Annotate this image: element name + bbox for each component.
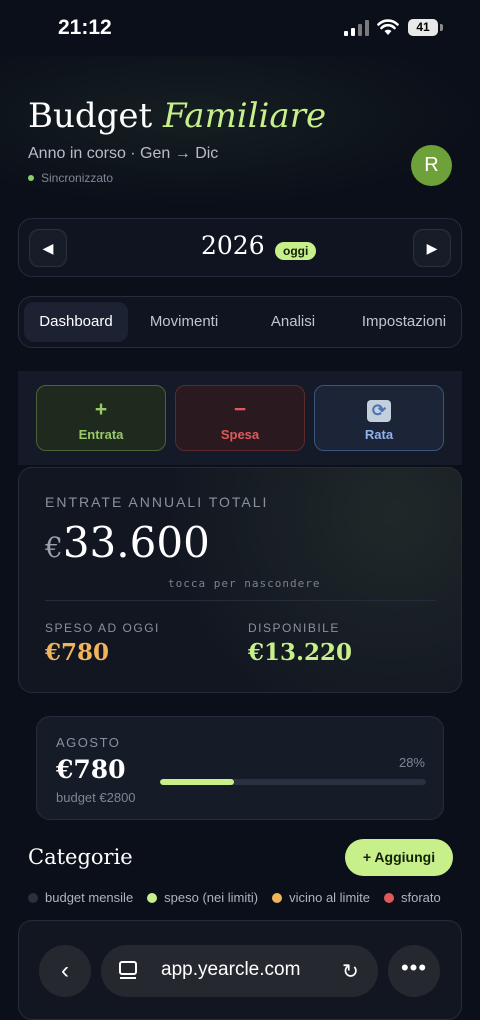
- totals-amount[interactable]: €33.600: [45, 518, 210, 567]
- sync-dot-icon: [28, 174, 34, 181]
- legend-label: speso (nei limiti): [164, 890, 259, 905]
- month-progress-fill: [160, 779, 235, 785]
- app-subtitle: Anno in corso · Gen → Dic: [28, 145, 219, 162]
- year-label: 2026: [201, 231, 265, 260]
- repeat-icon: ⟳: [367, 400, 391, 422]
- spent-value: €780: [45, 639, 110, 666]
- sync-status: Sincronizzato: [28, 171, 113, 185]
- hide-hint: tocca per nascondere: [168, 577, 321, 590]
- app-title-accent: Familiare: [163, 96, 327, 136]
- legend-item: vicino al limite: [272, 890, 370, 905]
- add-income-button[interactable]: + Entrata: [36, 385, 166, 451]
- month-percent: 28%: [398, 755, 425, 770]
- add-expense-button[interactable]: − Spesa: [175, 385, 305, 451]
- month-name: AGOSTO: [56, 735, 121, 750]
- legend-dot-icon: [147, 892, 158, 903]
- avatar[interactable]: R: [411, 145, 452, 186]
- month-progress-bar: [160, 779, 426, 785]
- legend-item: speso (nei limiti): [147, 890, 258, 905]
- available-value: €13.220: [248, 639, 353, 666]
- status-bar: 21:12 41: [0, 0, 480, 56]
- main-tabs: Dashboard Movimenti Analisi Impostazioni: [18, 296, 462, 348]
- legend-dot-icon: [28, 892, 38, 903]
- add-installment-button[interactable]: ⟳ Rata: [314, 385, 444, 451]
- wifi-icon: [377, 19, 399, 35]
- minus-icon: −: [233, 398, 247, 421]
- add-expense-label: Spesa: [220, 427, 260, 442]
- tab-movimenti[interactable]: Movimenti: [134, 302, 234, 342]
- legend-label: budget mensile: [45, 890, 134, 905]
- tab-analisi[interactable]: Analisi: [244, 302, 342, 342]
- categories-legend: budget mensile speso (nei limiti) vicino a…: [28, 890, 455, 905]
- legend-item: budget mensile: [28, 890, 133, 905]
- totals-label: ENTRATE ANNUALI TOTALI: [45, 494, 269, 510]
- add-category-button[interactable]: + Aggiungi: [345, 839, 453, 876]
- status-time: 21:12: [58, 16, 112, 39]
- plus-icon: +: [94, 398, 108, 421]
- legend-label: sforato: [401, 890, 441, 905]
- divider: [45, 600, 435, 601]
- month-amount: €780: [56, 755, 126, 784]
- categories-title: Categorie: [28, 845, 133, 869]
- tab-dashboard[interactable]: Dashboard: [24, 302, 128, 342]
- year-selector: ◀ 2026 oggi ▶: [18, 218, 462, 277]
- app-title-main: Budget: [28, 96, 153, 136]
- spent-label: SPESO AD OGGI: [45, 621, 160, 635]
- battery-cap: [440, 24, 443, 31]
- month-budget: budget €2800: [56, 790, 136, 805]
- reload-icon[interactable]: ↻: [342, 959, 359, 984]
- sync-label: Sincronizzato: [41, 171, 114, 185]
- address-bar[interactable]: app.yearcle.com ↻: [101, 945, 378, 997]
- available-label: DISPONIBILE: [248, 621, 340, 635]
- legend-item: sforato: [384, 890, 441, 905]
- tab-impostazioni[interactable]: Impostazioni: [349, 302, 459, 342]
- add-installment-label: Rata: [364, 427, 394, 442]
- legend-label: vicino al limite: [289, 890, 371, 905]
- more-options-button[interactable]: •••: [388, 945, 440, 997]
- battery-icon: 41: [408, 19, 438, 36]
- add-income-label: Entrata: [78, 427, 124, 442]
- currency-symbol: €: [45, 531, 63, 564]
- legend-dot-icon: [272, 892, 283, 903]
- app-title: Budget Familiare: [28, 96, 326, 136]
- annual-totals-card[interactable]: ENTRATE ANNUALI TOTALI €33.600 tocca per…: [18, 467, 462, 693]
- today-badge[interactable]: oggi: [275, 242, 317, 260]
- url-text[interactable]: app.yearcle.com: [161, 959, 300, 981]
- back-button[interactable]: ‹: [39, 945, 91, 997]
- legend-dot-icon: [384, 892, 395, 903]
- totals-value: 33.600: [62, 518, 210, 567]
- month-summary-card[interactable]: AGOSTO €780 budget €2800 28%: [36, 716, 444, 820]
- tabs-icon[interactable]: [119, 961, 137, 979]
- signal-icon: [344, 20, 370, 36]
- browser-toolbar: ‹ app.yearcle.com ↻ •••: [0, 940, 480, 997]
- prev-year-button[interactable]: ◀: [29, 229, 67, 267]
- quick-actions: + Entrata − Spesa ⟳ Rata: [18, 371, 462, 465]
- next-year-button[interactable]: ▶: [413, 229, 451, 267]
